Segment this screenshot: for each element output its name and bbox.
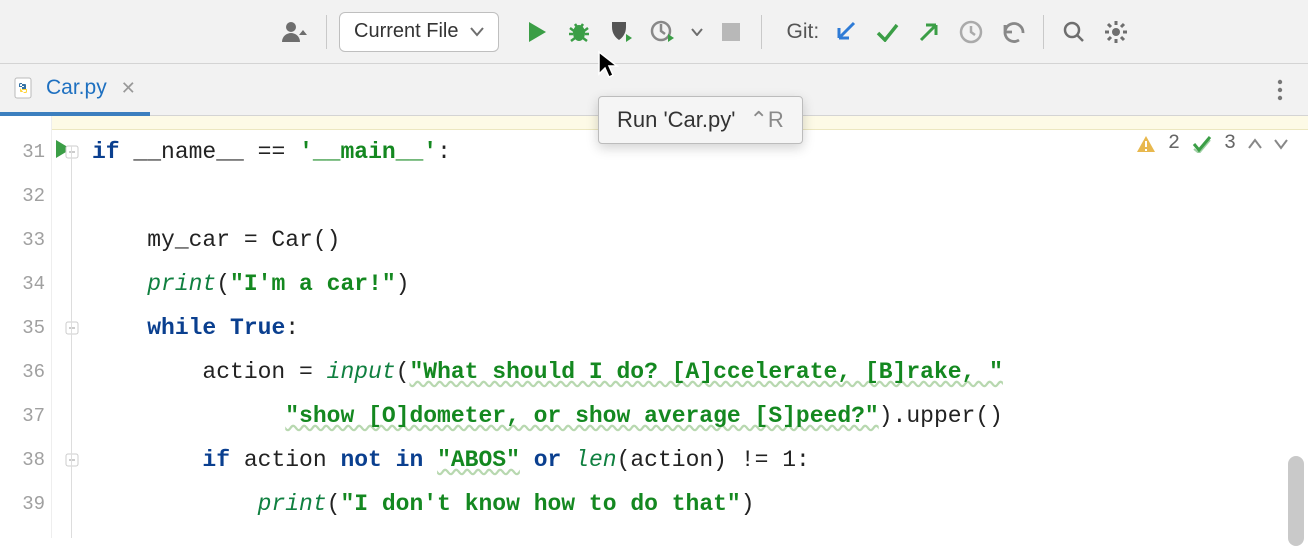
code-line: my_car = Car() (92, 218, 1308, 262)
fold-toggle-icon[interactable] (52, 130, 92, 174)
fold-toggle-icon[interactable] (52, 438, 92, 482)
close-tab-icon[interactable]: ✕ (121, 78, 136, 99)
run-tooltip: Run 'Car.py' ⌃R (598, 96, 803, 144)
debug-button[interactable] (561, 14, 597, 50)
code-line: while True: (92, 306, 1308, 350)
tooltip-shortcut: ⌃R (749, 107, 783, 133)
git-label: Git: (786, 20, 819, 44)
git-pull-icon[interactable] (827, 14, 863, 50)
main-toolbar: Current File Git: (0, 0, 1308, 64)
code-line: if action not in "ABOS" or len(action) !… (92, 438, 1308, 482)
git-push-icon[interactable] (911, 14, 947, 50)
code-line: action = input("What should I do? [A]cce… (92, 350, 1308, 394)
git-commit-icon[interactable] (869, 14, 905, 50)
fold-toggle-icon[interactable] (52, 306, 92, 350)
git-history-icon[interactable] (953, 14, 989, 50)
code-line (92, 174, 1308, 218)
profile-button[interactable] (645, 14, 681, 50)
code-line: "show [O]dometer, or show average [S]pee… (92, 394, 1308, 438)
user-icon[interactable] (278, 14, 314, 50)
code-editor[interactable]: 31 32 33 34 35 36 37 38 39 2 3 if __name (0, 116, 1308, 538)
tab-options-icon[interactable] (1262, 72, 1298, 108)
stop-button[interactable] (713, 14, 749, 50)
run-config-select[interactable]: Current File (339, 12, 499, 52)
code-line: print("I'm a car!") (92, 262, 1308, 306)
run-config-label: Current File (354, 20, 458, 43)
settings-icon[interactable] (1098, 14, 1134, 50)
chevron-down-icon (470, 27, 484, 37)
fold-column (52, 116, 92, 538)
mouse-cursor (596, 50, 620, 80)
git-rollback-icon[interactable] (995, 14, 1031, 50)
search-icon[interactable] (1056, 14, 1092, 50)
tab-car-py[interactable]: Car.py ✕ (0, 64, 150, 116)
tooltip-text: Run 'Car.py' (617, 107, 735, 133)
vertical-scrollbar[interactable] (1288, 456, 1304, 546)
python-file-icon (14, 77, 36, 99)
line-gutter: 31 32 33 34 35 36 37 38 39 (0, 116, 52, 538)
tab-label: Car.py (46, 76, 107, 100)
code-content[interactable]: 2 3 if __name__ == '__main__': my_car = … (92, 116, 1308, 538)
code-line: print("I don't know how to do that") (92, 482, 1308, 526)
coverage-button[interactable] (603, 14, 639, 50)
more-run-options[interactable] (687, 14, 707, 50)
run-button[interactable] (519, 14, 555, 50)
